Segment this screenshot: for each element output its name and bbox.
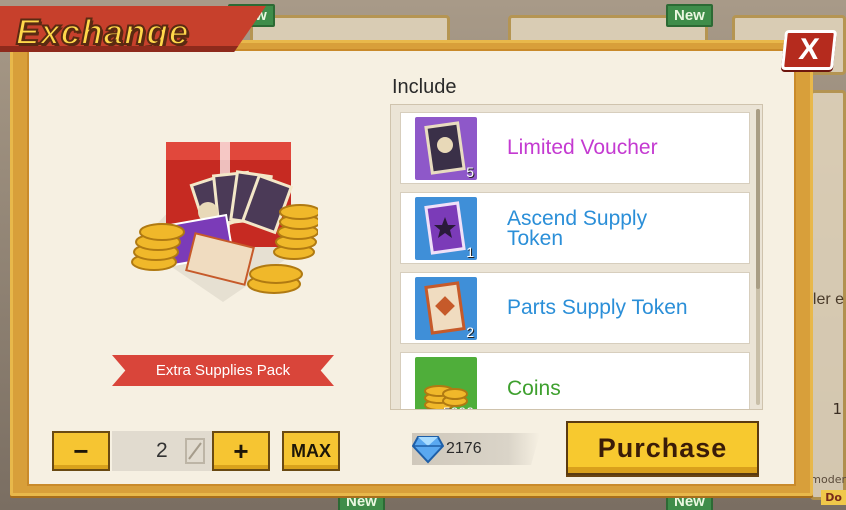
item-count: 2	[466, 324, 474, 340]
include-list[interactable]: 5 Limited Voucher 1 Ascend Supply Token …	[390, 104, 763, 410]
pack-name-ribbon: Extra Supplies Pack	[112, 355, 334, 386]
background-number: 1	[832, 400, 842, 418]
new-tag: New	[666, 4, 713, 27]
decrease-quantity-button[interactable]: −	[52, 431, 110, 471]
background-button: Do	[821, 490, 846, 505]
include-heading: Include	[392, 76, 457, 98]
supplies-pack-illustration	[131, 142, 318, 302]
dialog-title: Exchange	[15, 12, 190, 52]
edit-icon	[185, 438, 205, 464]
include-item-ascend-supply-token[interactable]: 1 Ascend Supply Token	[400, 192, 750, 264]
item-name: Parts Supply Token	[507, 296, 688, 319]
coin-stack-icon: 5000	[415, 357, 477, 409]
include-item-coins[interactable]: 5000 Coins	[400, 352, 750, 409]
item-count: 1	[466, 244, 474, 260]
include-item-limited-voucher[interactable]: 5 Limited Voucher	[400, 112, 750, 184]
title-banner: Exchange	[0, 6, 266, 52]
increase-quantity-button[interactable]: +	[212, 431, 270, 471]
gear-card-icon: 2	[415, 277, 477, 340]
scrollbar-thumb[interactable]	[756, 109, 760, 289]
item-count: 5000	[443, 404, 474, 409]
close-button[interactable]: X	[780, 30, 838, 70]
background-small-text: moder	[810, 473, 846, 486]
quantity-value: 2	[156, 439, 168, 462]
purchase-button[interactable]: Purchase	[566, 421, 759, 475]
close-icon: X	[797, 33, 821, 66]
star-card-icon: 1	[415, 197, 477, 260]
include-item-parts-supply-token[interactable]: 2 Parts Supply Token	[400, 272, 750, 344]
fist-card-icon: 5	[415, 117, 477, 180]
item-count: 5	[466, 164, 474, 180]
currency-balance: 2176	[412, 433, 540, 465]
item-name: Limited Voucher	[507, 136, 658, 159]
currency-amount: 2176	[446, 440, 482, 457]
item-name: Coins	[507, 377, 561, 400]
quantity-field[interactable]: 2	[112, 431, 212, 471]
item-name: Ascend Supply Token	[507, 207, 648, 250]
diamond-icon	[412, 436, 444, 464]
include-scrollbar[interactable]	[756, 109, 760, 405]
max-quantity-button[interactable]: MAX	[282, 431, 340, 471]
